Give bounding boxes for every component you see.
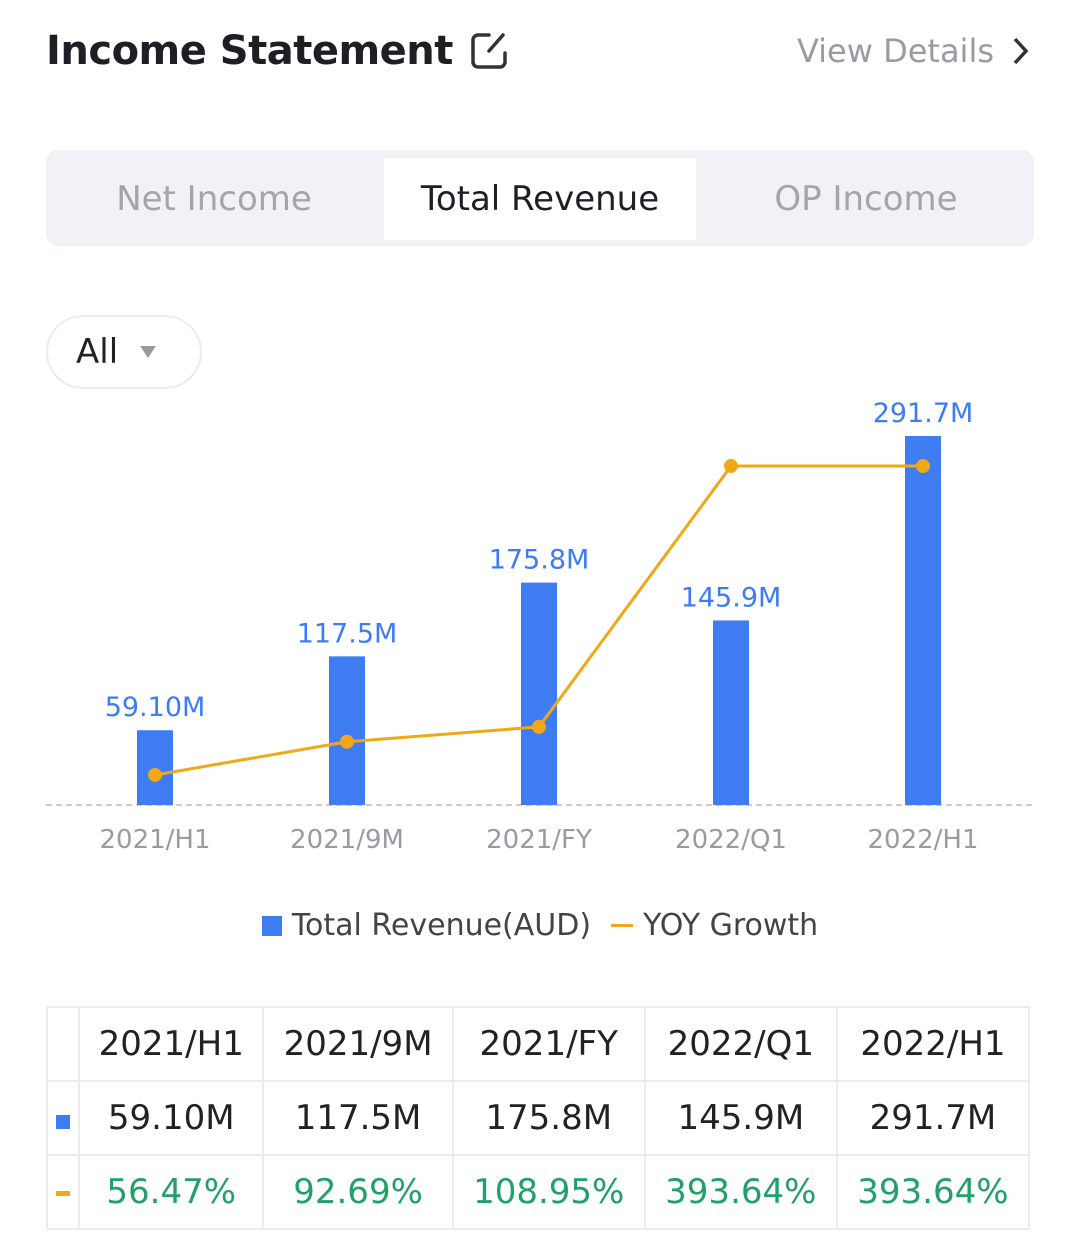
x-tick-label: 2021/H1	[99, 825, 210, 855]
yoy-point	[916, 459, 930, 474]
bar-value-label: 59.10M	[105, 692, 206, 723]
bar[interactable]	[329, 656, 365, 805]
col-header: 2021/FY	[451, 1006, 646, 1082]
yoy-point	[148, 767, 162, 782]
table-cell: 393.64%	[643, 1154, 838, 1230]
table-cell: 108.95%	[451, 1154, 646, 1230]
legend-item-yoy[interactable]: YOY Growth	[611, 908, 818, 943]
col-header: 2022/Q1	[643, 1006, 838, 1082]
x-tick-label: 2021/FY	[486, 825, 592, 855]
legend-item-revenue[interactable]: Total Revenue(AUD)	[261, 908, 592, 943]
bar-swatch-icon	[56, 1115, 70, 1129]
table-row-yoy: 56.47% 92.69% 108.95% 393.64% 393.64%	[46, 1154, 1031, 1230]
table-row-revenue: 59.10M 117.5M 175.8M 145.9M 291.7M	[46, 1080, 1031, 1156]
yoy-point	[724, 459, 738, 474]
table-cell: 393.64%	[835, 1154, 1031, 1230]
chart-legend: Total Revenue(AUD) YOY Growth	[0, 908, 1080, 943]
table-header-row: 2021/H1 2021/9M 2021/FY 2022/Q1 2022/H1	[46, 1006, 1031, 1082]
bar-value-label: 291.7M	[873, 398, 974, 429]
table-cell: 291.7M	[835, 1080, 1031, 1156]
table-cell: 117.5M	[262, 1080, 454, 1156]
bar[interactable]	[521, 582, 557, 805]
legend-label: YOY Growth	[643, 908, 819, 943]
x-tick-label: 2021/9M	[290, 825, 404, 855]
table-cell: 175.8M	[451, 1080, 646, 1156]
bar-value-label: 145.9M	[681, 582, 782, 613]
table-cell: 92.69%	[262, 1154, 454, 1230]
bar-swatch-icon	[261, 915, 282, 936]
line-swatch-icon	[56, 1191, 70, 1196]
legend-label: Total Revenue(AUD)	[291, 908, 592, 943]
bar[interactable]	[905, 436, 941, 805]
table-cell: 59.10M	[77, 1080, 265, 1156]
bar[interactable]	[137, 730, 173, 805]
bar-value-label: 117.5M	[297, 618, 398, 649]
yoy-point	[340, 734, 354, 749]
bar[interactable]	[713, 620, 749, 805]
col-header: 2021/H1	[77, 1006, 265, 1082]
table-cell: 145.9M	[643, 1080, 838, 1156]
table-cell: 56.47%	[77, 1154, 265, 1230]
col-header: 2022/H1	[835, 1006, 1031, 1082]
bar-value-label: 175.8M	[489, 545, 590, 576]
line-swatch-icon	[611, 924, 634, 927]
col-header: 2021/9M	[262, 1006, 454, 1082]
yoy-point	[532, 719, 546, 734]
revenue-chart: 59.10M 2021/H1 117.5M 2021/9M 175.8M 2021/FY 1…	[46, 398, 1034, 855]
data-table: 2021/H1 2021/9M 2021/FY 2022/Q1 2022/H1 …	[46, 1006, 1031, 1230]
x-tick-label: 2022/Q1	[675, 825, 787, 855]
x-tick-label: 2022/H1	[867, 825, 978, 855]
